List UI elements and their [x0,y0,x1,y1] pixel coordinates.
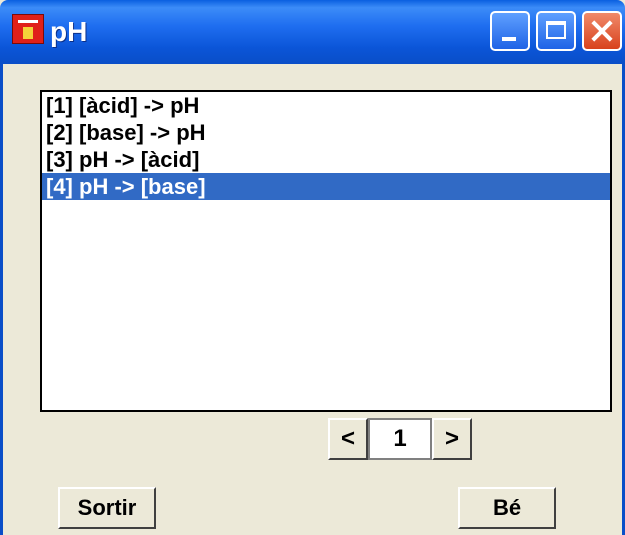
previous-button[interactable]: < [328,418,368,460]
minimize-button[interactable] [490,11,530,51]
title-bar[interactable]: pH [0,0,625,64]
app-logo-icon [12,14,44,44]
list-item[interactable]: [2] [base] -> pH [42,119,610,146]
list-item-selected[interactable]: [4] pH -> [base] [42,173,610,200]
next-button[interactable]: > [432,418,472,460]
window-border-left [0,64,3,535]
page-number-field[interactable]: 1 [368,418,432,460]
maximize-button[interactable] [536,11,576,51]
window-title: pH [50,16,88,47]
ok-button[interactable]: Bé [458,487,556,529]
exit-button[interactable]: Sortir [58,487,156,529]
close-button[interactable] [582,11,622,51]
app-window: pH [1] [àcid] -> pH [2] [base] -> pH [3]… [0,0,625,535]
options-listbox[interactable]: [1] [àcid] -> pH [2] [base] -> pH [3] pH… [40,90,612,412]
list-item[interactable]: [1] [àcid] -> pH [42,92,610,119]
list-item[interactable]: [3] pH -> [àcid] [42,146,610,173]
